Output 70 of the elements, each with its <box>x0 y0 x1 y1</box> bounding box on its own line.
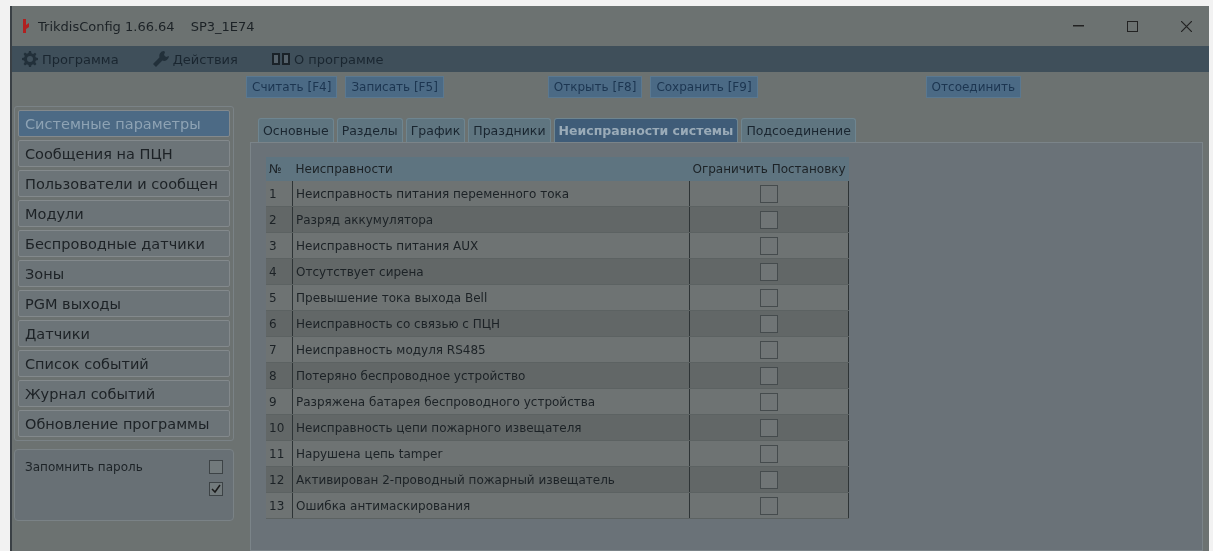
row-number: 8 <box>266 362 293 389</box>
option-label: Запомнить пароль <box>25 460 143 474</box>
row-number: 5 <box>266 284 293 311</box>
tab[interactable]: Праздники <box>468 118 551 142</box>
checkbox[interactable] <box>760 210 778 229</box>
gear-icon <box>22 51 38 67</box>
checkbox[interactable] <box>760 444 778 463</box>
row-number: 3 <box>266 232 293 259</box>
checkbox[interactable] <box>209 460 223 474</box>
table-cell: Неисправность цепи пожарного извещателя <box>292 414 690 441</box>
app-logo-icon <box>22 19 30 33</box>
checkbox[interactable] <box>760 184 778 203</box>
row-number: 12 <box>266 466 293 493</box>
sidebar-item[interactable]: Беспроводные датчики <box>18 230 230 257</box>
table-cell: Неисправность питания переменного тока <box>292 181 690 207</box>
sidebar-item[interactable]: Сообщения на ПЦН <box>18 140 230 167</box>
table-cell: Ошибка антимаскирования <box>292 492 690 519</box>
checkbox[interactable] <box>760 236 778 255</box>
minimize-icon[interactable] <box>1072 25 1084 27</box>
table-cell: Разряжена батарея беспроводного устройства <box>292 388 690 415</box>
column-header: Неисправности <box>292 157 690 181</box>
checkbox[interactable] <box>760 366 778 385</box>
row-number: 4 <box>266 258 293 285</box>
sidebar-item[interactable]: Системные параметры <box>18 110 230 137</box>
column-header: Ограничить Постановку <box>689 157 849 181</box>
tab[interactable]: График <box>405 118 466 142</box>
sidebar-item[interactable]: Зоны <box>18 260 230 287</box>
checkbox[interactable] <box>209 482 223 496</box>
table-cell: Разряд аккумулятора <box>292 206 690 233</box>
table-cell: Активирован 2-проводный пожарный извещатель <box>292 466 690 493</box>
row-number: 6 <box>266 310 293 337</box>
sidebar-item[interactable]: PGM выходы <box>18 290 230 317</box>
row-number: 10 <box>266 414 293 441</box>
row-number: 7 <box>266 336 293 363</box>
sidebar-item[interactable]: Модули <box>18 200 230 227</box>
close-icon[interactable] <box>1180 20 1192 32</box>
table-cell: Потеряно беспроводное устройство <box>292 362 690 389</box>
sidebar-item[interactable]: Датчики <box>18 320 230 347</box>
checkbox[interactable] <box>760 340 778 359</box>
table-cell: Нарушена цепь tamper <box>292 440 690 467</box>
tab[interactable]: Неисправности системы <box>553 118 739 142</box>
row-number: 9 <box>266 388 293 415</box>
row-number: 1 <box>266 181 293 207</box>
column-header: № <box>266 157 293 181</box>
sidebar-item[interactable]: Список событий <box>18 350 230 377</box>
tab[interactable]: Разделы <box>336 118 403 142</box>
checkbox[interactable] <box>760 392 778 411</box>
table-cell: Неисправность питания AUX <box>292 232 690 259</box>
checkbox[interactable] <box>760 262 778 281</box>
table-cell: Превышение тока выхода Bell <box>292 284 690 311</box>
row-number: 11 <box>266 440 293 467</box>
sidebar-item[interactable]: Обновление программы <box>18 410 230 437</box>
wrench-icon <box>152 51 169 67</box>
table-cell: Отсутствует сирена <box>292 258 690 285</box>
tab[interactable]: Основные <box>258 118 334 142</box>
row-number: 13 <box>266 492 293 519</box>
table-cell: Неисправность со связью с ПЦН <box>292 310 690 337</box>
maximize-icon[interactable] <box>1126 20 1138 32</box>
table-cell: Неисправность модуля RS485 <box>292 336 690 363</box>
row-number: 2 <box>266 206 293 233</box>
window-title: TrikdisConfig 1.66.64 <box>38 18 175 34</box>
sidebar-item[interactable]: Пользователи и сообщен <box>18 170 230 197</box>
checkbox[interactable] <box>760 288 778 307</box>
sidebar-item[interactable]: Журнал событий <box>18 380 230 407</box>
checkbox[interactable] <box>760 470 778 489</box>
checkbox[interactable] <box>760 496 778 515</box>
tab[interactable]: Подсоединение <box>741 118 856 142</box>
checkbox[interactable] <box>760 418 778 437</box>
device-name: SP3_1E74 <box>190 18 255 34</box>
checkbox[interactable] <box>760 314 778 333</box>
